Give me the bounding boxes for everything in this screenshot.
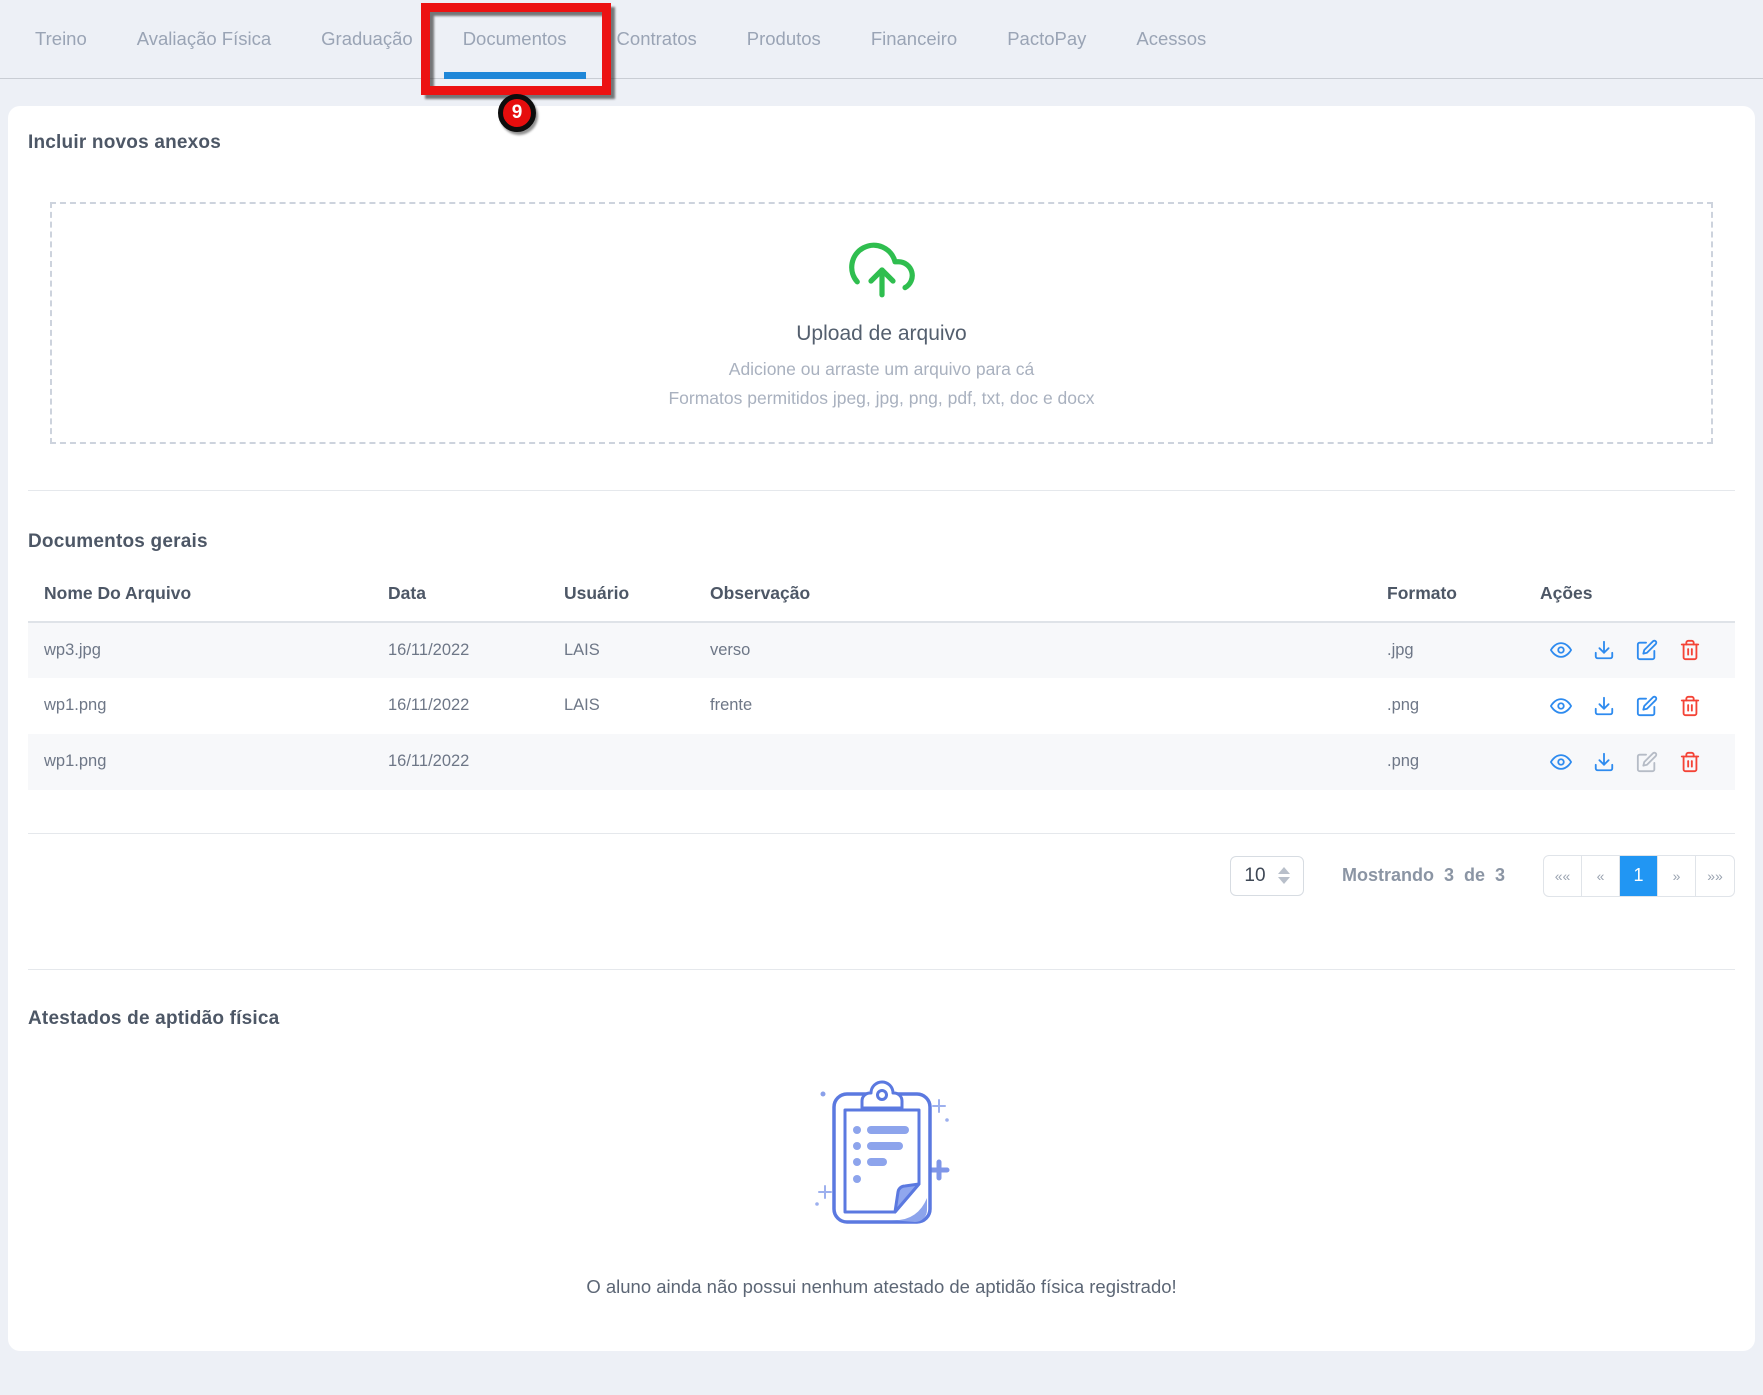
view-icon[interactable]: [1550, 639, 1572, 661]
upload-title: Upload de arquivo: [796, 322, 967, 345]
tab-graduacao[interactable]: Graduação: [302, 0, 432, 78]
tab-contratos[interactable]: Contratos: [598, 0, 716, 78]
column-header-actions: Ações: [1532, 568, 1735, 623]
cell-format: .jpg: [1387, 640, 1414, 659]
cell-note: frente: [710, 696, 753, 715]
upload-allowed-formats: Formatos permitidos jpeg, jpg, png, pdf,…: [668, 388, 1095, 408]
cell-user: LAIS: [564, 640, 600, 659]
clipboard-checklist-illustration: [787, 1066, 977, 1256]
cell-file-name: wp3.jpg: [44, 640, 101, 659]
view-icon[interactable]: [1550, 751, 1572, 773]
documents-section-title: Documentos gerais: [28, 531, 208, 552]
annotation-step-badge: 9: [498, 94, 536, 132]
download-icon[interactable]: [1593, 751, 1615, 773]
table-row: wp3.jpg 16/11/2022 LAIS verso .jpg: [28, 621, 1735, 678]
column-header-user: Usuário: [556, 568, 702, 623]
download-icon[interactable]: [1593, 639, 1615, 661]
page-size-value: 10: [1244, 864, 1266, 886]
edit-icon[interactable]: [1636, 639, 1658, 661]
file-upload-dropzone[interactable]: Upload de arquivo Adicione ou arraste um…: [50, 202, 1713, 444]
previous-page-button[interactable]: «: [1582, 855, 1620, 896]
cell-note: [702, 734, 1379, 790]
table-row: wp1.png 16/11/2022 .png: [28, 733, 1735, 790]
certificates-empty-state: O aluno ainda não possui nenhum atestado…: [28, 1066, 1735, 1298]
documents-table: Nome Do Arquivo Data Usuário Observação …: [28, 568, 1735, 790]
pagination-bar: 10 Mostrando 3 de 3 «« « 1 » »»: [28, 834, 1735, 897]
download-icon[interactable]: [1593, 695, 1615, 717]
column-header-format: Formato: [1379, 568, 1532, 623]
table-row: wp1.png 16/11/2022 LAIS frente .png: [28, 678, 1735, 734]
upload-hint: Adicione ou arraste um arquivo para cá: [728, 359, 1035, 379]
first-page-button[interactable]: ««: [1544, 855, 1582, 896]
column-header-note: Observação: [702, 568, 1379, 623]
cell-format: .png: [1387, 752, 1420, 771]
cell-file-name: wp1.png: [44, 752, 107, 771]
next-page-button[interactable]: »: [1658, 855, 1696, 896]
profile-tab-bar: Treino Avaliação Física Graduação Docume…: [0, 0, 1763, 132]
section-divider: [28, 968, 1735, 970]
column-header-date: Data: [380, 568, 556, 623]
attachments-section-title: Incluir novos anexos: [28, 132, 221, 153]
edit-icon[interactable]: [1636, 695, 1658, 717]
tab-pactopay[interactable]: PactoPay: [988, 0, 1105, 78]
tab-financeiro[interactable]: Financeiro: [852, 0, 976, 78]
tab-documentos[interactable]: Documentos: [443, 0, 586, 79]
last-page-button[interactable]: »»: [1696, 856, 1734, 896]
page-size-stepper-icon: [1277, 867, 1290, 885]
view-icon[interactable]: [1550, 695, 1572, 717]
showing-count-label: Mostrando 3 de 3: [1341, 865, 1505, 886]
cell-note: verso: [710, 640, 751, 659]
cell-format: .png: [1387, 696, 1420, 715]
tab-acessos[interactable]: Acessos: [1117, 0, 1225, 78]
cell-date: 16/11/2022: [388, 696, 470, 715]
section-divider: [28, 490, 1735, 491]
page-1-button[interactable]: 1: [1620, 855, 1658, 896]
certificates-section-title: Atestados de aptidão física: [28, 1007, 280, 1029]
trash-icon[interactable]: [1679, 751, 1701, 773]
column-header-name: Nome Do Arquivo: [28, 568, 380, 623]
edit-icon-disabled: [1636, 751, 1658, 772]
certificates-empty-message: O aluno ainda não possui nenhum atestado…: [586, 1275, 1177, 1297]
trash-icon[interactable]: [1679, 695, 1701, 717]
tab-avaliacao-fisica[interactable]: Avaliação Física: [118, 0, 290, 78]
pager: «« « 1 » »»: [1543, 854, 1735, 897]
tab-produtos[interactable]: Produtos: [728, 0, 840, 78]
upload-cloud-icon: [845, 237, 919, 308]
documents-panel: Incluir novos anexos Upload de arquivo A…: [8, 106, 1755, 1351]
cell-file-name: wp1.png: [44, 696, 107, 715]
cell-date: 16/11/2022: [388, 752, 470, 771]
page-size-select[interactable]: 10: [1229, 855, 1304, 896]
documents-table-header-row: Nome Do Arquivo Data Usuário Observação …: [28, 568, 1735, 623]
cell-user: [556, 734, 702, 790]
trash-icon[interactable]: [1679, 639, 1701, 661]
cell-user: LAIS: [564, 696, 600, 715]
tab-treino[interactable]: Treino: [16, 0, 106, 78]
cell-date: 16/11/2022: [388, 640, 470, 659]
